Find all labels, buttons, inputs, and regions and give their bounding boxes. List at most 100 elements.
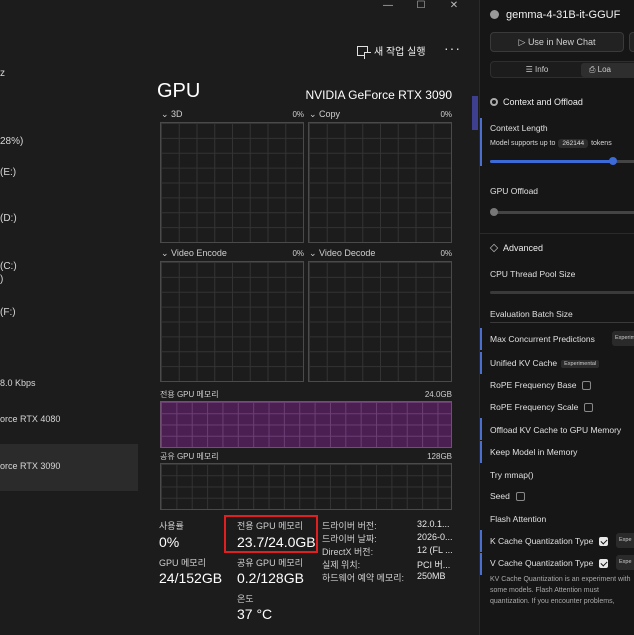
device-sub-label: )	[0, 274, 4, 285]
device-label: z	[0, 68, 5, 79]
graph-video-encode-percent: 0%	[292, 249, 304, 258]
context-offload-section[interactable]: Context and Offload	[490, 97, 583, 107]
k-cache-quant-row[interactable]: K Cache Quantization Type	[490, 536, 609, 547]
shared-memory-graph-label: 공유 GPU 메모리	[160, 452, 219, 461]
model-supports-text: Model supports up to 262144 tokens	[490, 139, 612, 148]
driver-version-label: 드라이버 버전:	[322, 521, 377, 531]
driver-date-value: 2026-0...	[417, 532, 453, 542]
title-bar: — ☐ ✕	[0, 0, 472, 13]
section-title: Advanced	[503, 243, 544, 253]
driver-version-value: 32.0.1...	[417, 519, 450, 529]
model-settings-panel: gemma-4-31B-it-GGUF ▷ Use in New Chat ☰ …	[479, 0, 634, 635]
model-title: gemma-4-31B-it-GGUF	[506, 9, 621, 21]
gpu-memory-label: GPU 메모리	[159, 558, 206, 568]
rope-scale-checkbox[interactable]	[584, 403, 594, 413]
advanced-section[interactable]: Advanced	[489, 243, 544, 253]
kv-quant-note: KV Cache Quantization is an experiment w…	[490, 576, 631, 605]
rope-scale-row[interactable]: RoPE Frequency Scale	[490, 402, 594, 413]
device-label: (E:)	[0, 167, 17, 178]
context-length-slider-fill	[490, 160, 613, 163]
shared-memory-graph	[160, 463, 452, 510]
seed-row[interactable]: Seed	[490, 491, 525, 502]
token-count: 262144	[558, 139, 589, 148]
usage-label: 사용률	[159, 521, 184, 531]
physical-location-label: 실제 위치:	[322, 560, 361, 570]
task-manager-window: — ☐ ✕ 새 작업 실행 ··· z 28%) (E:) (D:) (C:) …	[0, 0, 478, 635]
dedicated-memory-graph-label: 전용 GPU 메모리	[160, 390, 219, 399]
device-item-gpu-3090[interactable]: orce RTX 3090	[0, 444, 138, 491]
context-length-slider-knob[interactable]	[609, 157, 617, 165]
reserved-memory-label: 하드웨어 예약 메모리:	[322, 573, 405, 583]
rope-base-row[interactable]: RoPE Frequency Base	[490, 380, 592, 391]
option-accent	[480, 441, 482, 463]
graph-3d-label[interactable]: ⌄ 3D	[161, 109, 183, 120]
panel-header: gemma-4-31B-it-GGUF	[480, 0, 634, 30]
unified-kv-cache-row[interactable]: Unified KV Cache Experimental	[490, 358, 600, 368]
usage-value: 0%	[159, 534, 180, 550]
v-cache-quant-row[interactable]: V Cache Quantization Type	[490, 558, 609, 569]
reserved-memory-value: 250MB	[417, 571, 446, 581]
graph-3d-percent: 0%	[292, 110, 304, 119]
section-accent	[480, 118, 482, 166]
seed-checkbox[interactable]	[515, 492, 525, 502]
max-concurrent-dropdown[interactable]: Experim	[612, 331, 634, 346]
rope-base-checkbox[interactable]	[582, 381, 592, 391]
v-cache-checkbox[interactable]	[599, 559, 609, 569]
cpu-thread-pool-slider[interactable]	[490, 291, 634, 294]
graph-video-decode-label[interactable]: ⌄ Video Decode	[309, 248, 375, 259]
panel-extra-button[interactable]	[629, 32, 634, 52]
device-label: (D:)	[0, 213, 17, 224]
gear-icon	[490, 98, 498, 106]
gpu-offload-slider[interactable]	[494, 211, 634, 214]
cpu-thread-pool-label: CPU Thread Pool Size	[490, 269, 576, 279]
physical-location-value: PCI 버...	[417, 560, 451, 570]
model-icon	[490, 10, 499, 19]
temperature-label: 온도	[237, 594, 254, 604]
minimize-button[interactable]: —	[378, 0, 398, 12]
device-label: (F:)	[0, 307, 16, 318]
new-task-icon	[357, 45, 371, 59]
graph-copy-label[interactable]: ⌄ Copy	[309, 109, 340, 120]
use-in-new-chat-button[interactable]: ▷ Use in New Chat	[490, 32, 624, 52]
page-title: GPU	[157, 80, 201, 102]
run-new-task-button[interactable]: 새 작업 실행	[357, 43, 426, 59]
option-accent	[480, 328, 482, 350]
shared-memory-label: 공유 GPU 메모리	[237, 558, 303, 568]
dedicated-memory-highlight-box	[224, 515, 318, 553]
driver-date-label: 드라이버 날짜:	[322, 534, 377, 544]
directx-version-value: 12 (FL ...	[417, 545, 453, 555]
context-length-label: Context Length	[490, 123, 548, 133]
dedicated-memory-max: 24.0GB	[424, 390, 452, 399]
more-options-button[interactable]: ···	[444, 40, 461, 56]
option-accent	[480, 352, 482, 374]
flash-attention-label: Flash Attention	[490, 514, 547, 524]
device-label: 8.0 Kbps	[0, 378, 36, 388]
dedicated-memory-graph	[160, 401, 452, 448]
keep-model-label: Keep Model in Memory	[490, 447, 578, 457]
offload-kv-label: Offload KV Cache to GPU Memory	[490, 425, 622, 435]
v-cache-type-dropdown[interactable]: Expe	[616, 555, 634, 570]
k-cache-type-dropdown[interactable]: Expe	[616, 533, 634, 548]
tab-info[interactable]: ☰ Info	[495, 63, 579, 77]
run-new-task-label: 새 작업 실행	[374, 47, 426, 58]
option-accent	[480, 553, 482, 575]
close-button[interactable]: ✕	[444, 0, 464, 12]
window-edge-accent	[472, 96, 478, 130]
shared-memory-value: 0.2/128GB	[237, 570, 304, 586]
gpu-offload-slider-knob[interactable]	[490, 208, 498, 216]
panel-tabs: ☰ Info ⎙ Loa	[490, 61, 634, 78]
tab-load[interactable]: ⎙ Loa	[581, 63, 634, 77]
device-label: 28%)	[0, 136, 24, 147]
gpu-memory-value: 24/152GB	[159, 570, 223, 586]
device-label: orce RTX 4080	[0, 414, 61, 424]
graph-copy-percent: 0%	[440, 110, 452, 119]
graph-3d	[160, 122, 304, 243]
option-accent	[480, 418, 482, 440]
maximize-button[interactable]: ☐	[411, 0, 431, 12]
max-concurrent-label: Max Concurrent Predictions	[490, 334, 595, 344]
shared-memory-max: 128GB	[427, 452, 452, 461]
experimental-badge: Experimental	[561, 359, 600, 368]
temperature-value: 37 °C	[237, 606, 273, 622]
graph-video-encode-label[interactable]: ⌄ Video Encode	[161, 248, 227, 259]
k-cache-checkbox[interactable]	[599, 537, 609, 547]
